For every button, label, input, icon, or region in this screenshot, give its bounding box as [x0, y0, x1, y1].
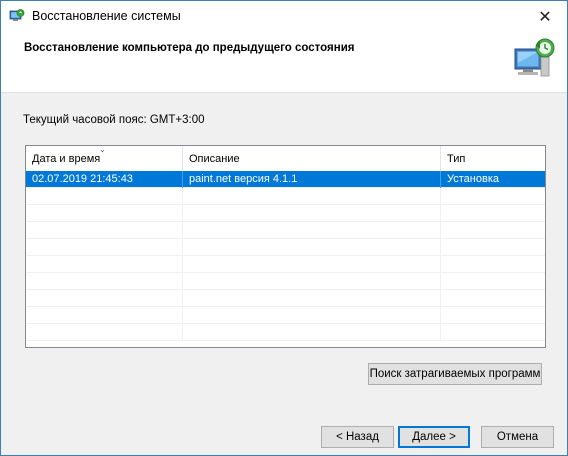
- timezone-label: Текущий часовой пояс: GMT+3:00: [23, 114, 205, 126]
- title-bar: Восстановление системы ✕: [1, 1, 567, 32]
- restore-points-list[interactable]: Дата и время ⌄ Описание Тип 02.07.2019 2…: [25, 145, 546, 348]
- page-title: Восстановление компьютера до предыдущего…: [24, 42, 355, 54]
- sort-arrow-icon: ⌄: [99, 145, 106, 154]
- list-rows: 02.07.2019 21:45:43 paint.net версия 4.1…: [26, 171, 545, 341]
- back-button[interactable]: < Назад: [321, 426, 394, 448]
- next-button[interactable]: Далее >: [398, 426, 470, 448]
- empty-row: [26, 273, 545, 290]
- cancel-button[interactable]: Отмена: [481, 426, 554, 448]
- column-header-description-label: Описание: [189, 153, 240, 165]
- empty-row: [26, 290, 545, 307]
- close-button[interactable]: ✕: [523, 1, 567, 32]
- close-icon: ✕: [538, 8, 552, 26]
- footer-divider: [1, 406, 567, 407]
- computer-restore-icon: [514, 38, 555, 77]
- list-header: Дата и время ⌄ Описание Тип: [26, 146, 545, 172]
- scan-affected-programs-button[interactable]: Поиск затрагиваемых программ: [368, 363, 542, 385]
- empty-row: [26, 222, 545, 239]
- window-title: Восстановление системы: [32, 9, 181, 23]
- row-date: 02.07.2019 21:45:43: [26, 171, 183, 188]
- empty-row: [26, 307, 545, 324]
- empty-row: [26, 256, 545, 273]
- row-type: Установка: [447, 173, 499, 185]
- empty-row: [26, 205, 545, 222]
- empty-row: [26, 239, 545, 256]
- system-restore-icon: [9, 9, 25, 21]
- table-row[interactable]: 02.07.2019 21:45:43 paint.net версия 4.1…: [26, 171, 545, 188]
- empty-row: [26, 324, 545, 341]
- empty-row: [26, 188, 545, 205]
- column-header-type-label: Тип: [447, 153, 466, 165]
- wizard-header: Восстановление компьютера до предыдущего…: [1, 32, 567, 93]
- column-header-description[interactable]: Описание: [183, 146, 441, 171]
- column-header-type[interactable]: Тип: [441, 146, 545, 171]
- row-description: paint.net версия 4.1.1: [183, 171, 441, 188]
- column-header-date-label: Дата и время: [32, 153, 101, 165]
- system-restore-window: Восстановление системы ✕ Восстановление …: [0, 0, 568, 456]
